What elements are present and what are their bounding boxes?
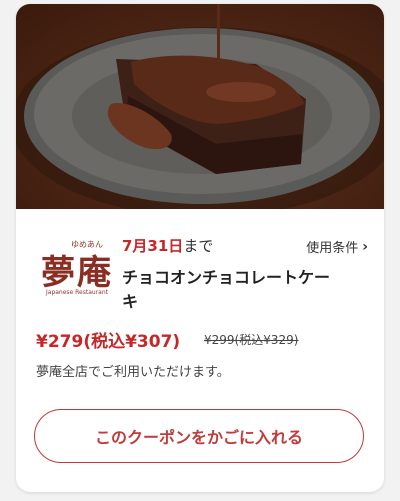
product-photo (16, 4, 384, 209)
discount-price: ¥279(税込¥307) (36, 332, 181, 352)
expiry-suffix: まで (183, 237, 214, 255)
expiry-date: 7月31日 (122, 237, 184, 255)
terms-label: 使用条件 (306, 241, 359, 256)
brand-logo: ゆめあん 夢庵 Japanese Restaurant (36, 239, 118, 301)
logo-subtitle: Japanese Restaurant (46, 289, 108, 296)
add-to-cart-button[interactable]: このクーポンをかごに入れる (34, 409, 364, 463)
availability-note: 夢庵全店でご利用いただけます。 (36, 365, 230, 380)
product-name: チョコオンチョコレートケーキ (122, 268, 331, 311)
logo-name: 夢庵 (41, 253, 113, 293)
chevron-right-icon: › (362, 238, 368, 255)
original-price: ¥299(税込¥329) (204, 333, 299, 347)
terms-link[interactable]: 使用条件 › (306, 237, 368, 257)
coupon-card: ゆめあん 夢庵 Japanese Restaurant 7月31日まで 使用条件… (16, 4, 384, 492)
expiry-text: 7月31日まで (122, 235, 213, 256)
